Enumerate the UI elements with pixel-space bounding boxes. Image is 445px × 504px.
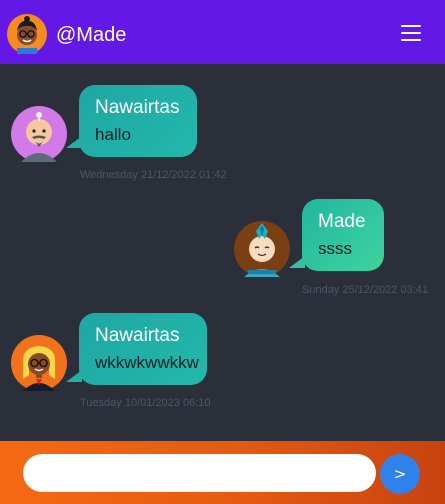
chat-title: @Made: [56, 24, 127, 46]
user-avatar-glasses-icon[interactable]: [7, 14, 47, 54]
send-button[interactable]: >: [380, 454, 420, 494]
hamburger-menu-icon[interactable]: [397, 22, 427, 46]
message-text: wkkwkwwkkw: [95, 353, 199, 372]
sender-name: Made: [318, 211, 366, 232]
message-timestamp: Tuesday 10/01/2023 06:10: [80, 397, 211, 409]
message-bubble: Made ssss: [302, 199, 384, 271]
message-timestamp: Sunday 25/12/2022 03:41: [302, 284, 429, 296]
sender-name: Nawairtas: [95, 325, 180, 346]
sender-name: Nawairtas: [95, 97, 180, 118]
message-list: Nawairtas hallo Wednesday 21/12/2022 01:…: [0, 64, 445, 441]
avatar-blonde-glasses-icon: [11, 335, 67, 391]
message-bubble: Nawairtas wkkwkwwkkw: [79, 313, 207, 385]
avatar-mohawk-icon: [234, 221, 290, 277]
message-text: hallo: [95, 125, 131, 144]
message-timestamp: Wednesday 21/12/2022 01:42: [80, 169, 227, 181]
message-bubble: Nawairtas hallo: [79, 85, 197, 157]
chat-header: @Made: [0, 0, 445, 64]
avatar-bald-mustache-icon: [11, 106, 67, 162]
message-text: ssss: [318, 239, 352, 258]
message-composer: >: [0, 441, 445, 504]
message-input[interactable]: [23, 454, 376, 492]
